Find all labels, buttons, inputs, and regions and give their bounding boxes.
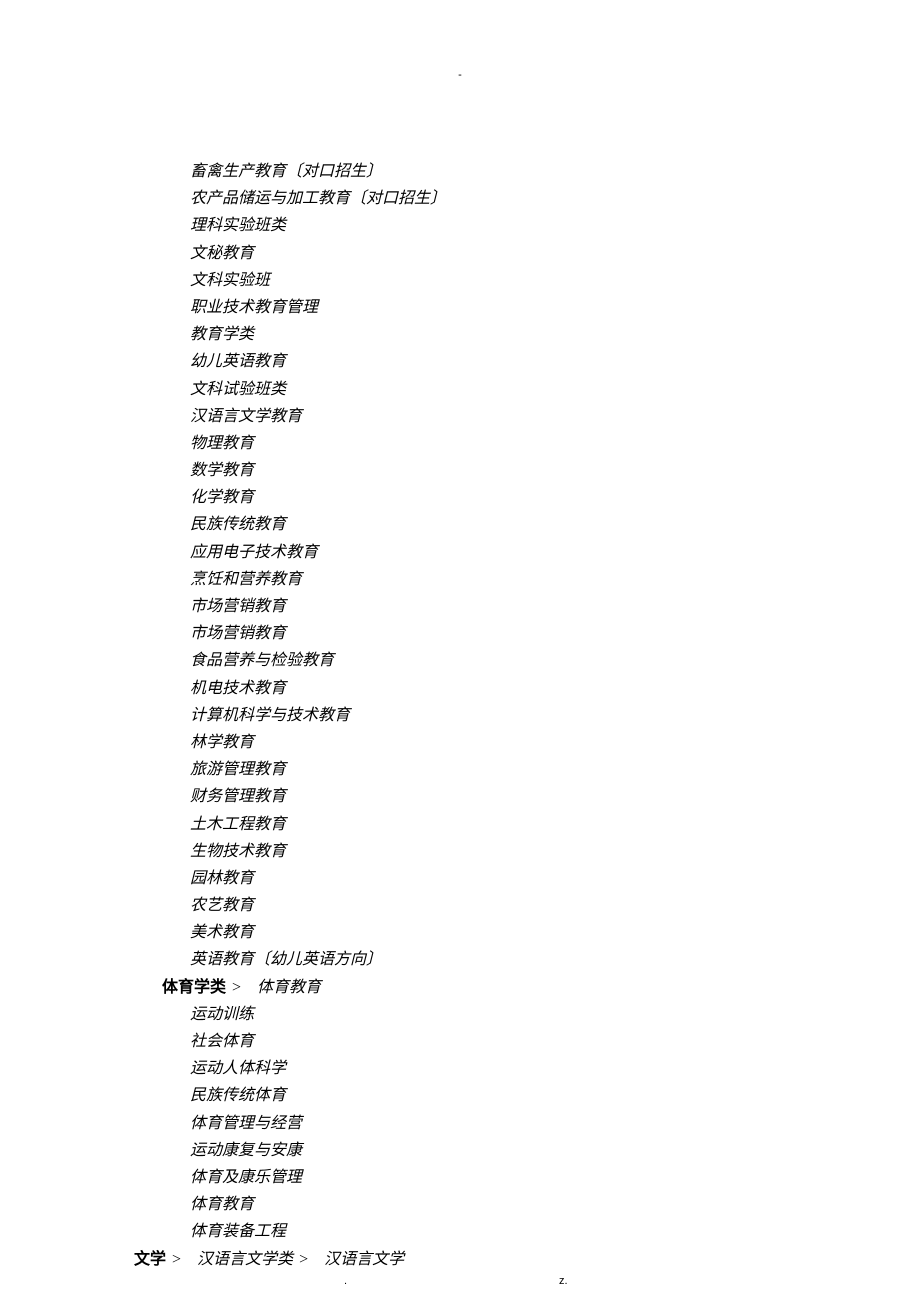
category-first-item: 体育教育 [257, 979, 321, 996]
list-item: 民族传统体育 [162, 1082, 446, 1109]
list-item: 生物技术教育 [162, 838, 446, 865]
major-label: 汉语言文学 [324, 1251, 404, 1268]
list-item: 运动训练 [162, 1001, 446, 1028]
list-item: 机电技术教育 [162, 675, 446, 702]
content-block: 畜禽生产教育〔对口招生〕 农产品储运与加工教育〔对口招生〕 理科实验班类 文秘教… [162, 158, 446, 1273]
list-item: 数学教育 [162, 457, 446, 484]
list-item: 运动康复与安康 [162, 1137, 446, 1164]
list-item: 理科实验班类 [162, 212, 446, 239]
list-item: 园林教育 [162, 865, 446, 892]
list-item: 教育学类 [162, 321, 446, 348]
footer-dot: . [344, 1272, 347, 1291]
category-label: 文学 [134, 1251, 166, 1268]
list-item: 财务管理教育 [162, 783, 446, 810]
category-label: 体育学类 [162, 979, 226, 996]
list-item: 美术教育 [162, 919, 446, 946]
list-item: 计算机科学与技术教育 [162, 702, 446, 729]
list-item: 民族传统教育 [162, 511, 446, 538]
list-item: 运动人体科学 [162, 1055, 446, 1082]
list-item: 文科试验班类 [162, 376, 446, 403]
list-item: 汉语言文学教育 [162, 403, 446, 430]
separator: > [299, 1246, 308, 1273]
separator: > [172, 1246, 181, 1273]
list-item: 应用电子技术教育 [162, 539, 446, 566]
list-item: 英语教育〔幼儿英语方向〕 [162, 946, 446, 973]
subcategory-label: 汉语言文学类 [197, 1251, 293, 1268]
list-item: 体育及康乐管理 [162, 1164, 446, 1191]
list-item: 烹饪和营养教育 [162, 566, 446, 593]
list-item: 职业技术教育管理 [162, 294, 446, 321]
list-item: 土木工程教育 [162, 811, 446, 838]
list-item: 体育教育 [162, 1191, 446, 1218]
list-item: 社会体育 [162, 1028, 446, 1055]
list-item: 体育管理与经营 [162, 1110, 446, 1137]
list-item: 化学教育 [162, 484, 446, 511]
list-item: 旅游管理教育 [162, 756, 446, 783]
separator: > [232, 974, 241, 1001]
list-item: 体育装备工程 [162, 1218, 446, 1245]
header-mark: - [0, 66, 920, 85]
list-item: 文秘教育 [162, 240, 446, 267]
list-item: 市场营销教育 [162, 593, 446, 620]
list-item: 幼儿英语教育 [162, 348, 446, 375]
category-pe: 体育学类 > 体育教育 [162, 974, 446, 1001]
list-item: 农产品储运与加工教育〔对口招生〕 [162, 185, 446, 212]
list-item: 物理教育 [162, 430, 446, 457]
list-item: 文科实验班 [162, 267, 446, 294]
list-item: 食品营养与检验教育 [162, 647, 446, 674]
list-item: 林学教育 [162, 729, 446, 756]
footer-z: z. [559, 1272, 568, 1291]
list-item: 畜禽生产教育〔对口招生〕 [162, 158, 446, 185]
category-literature: 文学 > 汉语言文学类 > 汉语言文学 [134, 1246, 446, 1273]
page: - 畜禽生产教育〔对口招生〕 农产品储运与加工教育〔对口招生〕 理科实验班类 文… [0, 0, 920, 1302]
list-item: 市场营销教育 [162, 620, 446, 647]
list-item: 农艺教育 [162, 892, 446, 919]
